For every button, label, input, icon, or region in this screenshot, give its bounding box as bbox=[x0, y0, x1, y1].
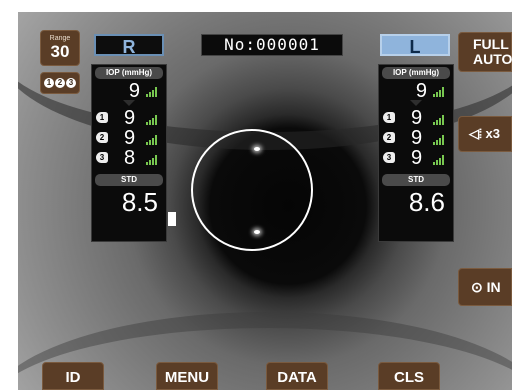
signal-strength-icon bbox=[146, 87, 158, 97]
menu-button[interactable]: MENU bbox=[156, 362, 218, 390]
std-header: STD bbox=[95, 174, 163, 186]
data-button[interactable]: DATA bbox=[266, 362, 328, 390]
full-auto-line2: AUTO bbox=[473, 51, 512, 67]
reflex-spot-bottom bbox=[254, 230, 260, 234]
count-2-icon: 2 bbox=[55, 78, 65, 88]
cls-button[interactable]: CLS bbox=[378, 362, 440, 390]
measurement-index: 3 bbox=[383, 152, 395, 163]
iop-header: IOP (mmHg) bbox=[95, 67, 163, 79]
range-button[interactable]: Range 30 bbox=[40, 30, 80, 66]
measurement-row: 2 9 bbox=[92, 128, 166, 148]
in-button[interactable]: ⊙ IN bbox=[458, 268, 512, 306]
full-auto-button[interactable]: FULL AUTO bbox=[458, 32, 512, 72]
patient-number: No:000001 bbox=[201, 34, 343, 56]
measurement-row: 1 9 bbox=[379, 108, 453, 128]
signal-strength-icon bbox=[146, 135, 158, 145]
std-value: 8.5 bbox=[121, 187, 158, 217]
iop-header: IOP (mmHg) bbox=[382, 67, 450, 79]
target-icon: ⊙ bbox=[471, 279, 483, 295]
measurement-index: 1 bbox=[96, 112, 108, 123]
signal-strength-icon bbox=[146, 115, 158, 125]
measurement-index: 3 bbox=[96, 152, 108, 163]
right-eye-indicator[interactable]: R bbox=[94, 34, 164, 57]
left-eye-indicator[interactable]: L bbox=[380, 34, 450, 57]
corneal-glint-left bbox=[168, 212, 176, 226]
measurement-index: 2 bbox=[96, 132, 108, 143]
right-iop-panel: IOP (mmHg) 9 1 9 2 9 3 8 STD 8.5 bbox=[91, 64, 167, 242]
signal-strength-icon bbox=[146, 155, 158, 165]
reflex-spot-top bbox=[254, 147, 260, 151]
signal-strength-icon bbox=[433, 155, 445, 165]
volume-button[interactable]: ◁⦙ x3 bbox=[458, 116, 512, 152]
measurement-value: 9 bbox=[411, 107, 423, 129]
iop-average-row: 9 bbox=[92, 79, 166, 102]
iop-average-value: 9 bbox=[128, 80, 140, 102]
measurement-value: 9 bbox=[411, 147, 423, 169]
speaker-icon: ◁⦙ bbox=[469, 126, 482, 141]
measurement-value: 8 bbox=[124, 147, 136, 169]
measurement-index: 2 bbox=[383, 132, 395, 143]
in-label: IN bbox=[486, 279, 501, 295]
full-auto-line1: FULL bbox=[473, 36, 509, 52]
id-button[interactable]: ID bbox=[42, 362, 104, 390]
measurement-value: 9 bbox=[124, 107, 136, 129]
measurement-value: 9 bbox=[411, 127, 423, 149]
measurement-row: 1 9 bbox=[92, 108, 166, 128]
measurement-row: 3 8 bbox=[92, 148, 166, 168]
measurement-value: 9 bbox=[124, 127, 136, 149]
volume-label: x3 bbox=[485, 126, 501, 141]
tonometer-screen: Range 30 1 2 3 R No:000001 L IOP (mmHg) … bbox=[0, 0, 512, 390]
signal-strength-icon bbox=[433, 87, 445, 97]
range-value: 30 bbox=[50, 42, 70, 61]
alignment-circle bbox=[191, 129, 313, 251]
measurement-row: 2 9 bbox=[379, 128, 453, 148]
measurement-count-button[interactable]: 1 2 3 bbox=[40, 72, 80, 94]
std-header: STD bbox=[382, 174, 450, 186]
count-3-icon: 3 bbox=[66, 78, 76, 88]
signal-strength-icon bbox=[433, 135, 445, 145]
std-value: 8.6 bbox=[408, 187, 445, 217]
count-1-icon: 1 bbox=[44, 78, 54, 88]
left-iop-panel: IOP (mmHg) 9 1 9 2 9 3 9 STD 8.6 bbox=[378, 64, 454, 242]
measurement-index: 1 bbox=[383, 112, 395, 123]
iop-average-row: 9 bbox=[379, 79, 453, 102]
iop-average-value: 9 bbox=[415, 80, 427, 102]
signal-strength-icon bbox=[433, 115, 445, 125]
measurement-row: 3 9 bbox=[379, 148, 453, 168]
